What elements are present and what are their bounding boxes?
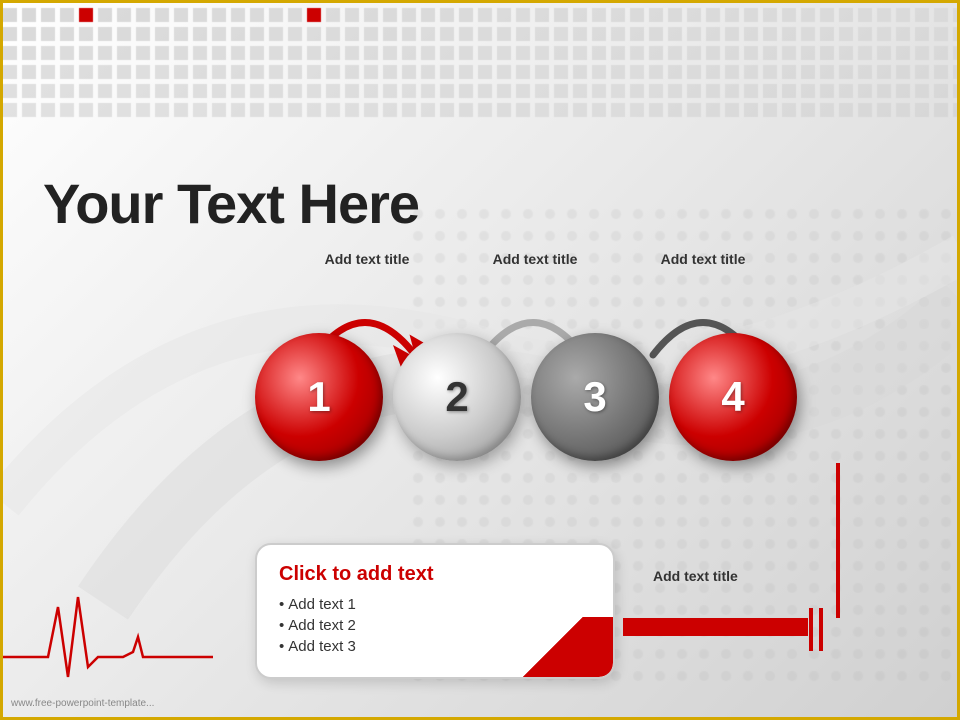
step-label-3[interactable]: Add text title — [619, 251, 787, 267]
watermark: www.free-powerpoint-template... — [11, 698, 154, 709]
balls-row: 1 2 3 4 — [255, 333, 797, 461]
text-box-items: Add text 1 Add text 2 Add text 3 — [279, 596, 591, 655]
slide: Your Text Here Add text title Add text t… — [0, 0, 960, 720]
step-labels-row: Add text title Add text title Add text t… — [283, 251, 787, 267]
ball-1[interactable]: 1 — [255, 333, 383, 461]
text-item-2[interactable]: Add text 2 — [279, 617, 591, 634]
vertical-connector — [836, 463, 840, 618]
main-title[interactable]: Your Text Here — [43, 171, 419, 236]
ball-3[interactable]: 3 — [531, 333, 659, 461]
pixel-decoration — [3, 3, 960, 133]
ball-2[interactable]: 2 — [393, 333, 521, 461]
ball-4[interactable]: 4 — [669, 333, 797, 461]
text-item-1[interactable]: Add text 1 — [279, 596, 591, 613]
text-box[interactable]: Click to add text Add text 1 Add text 2 … — [255, 543, 615, 679]
step-label-2[interactable]: Add text title — [451, 251, 619, 267]
text-item-3[interactable]: Add text 3 — [279, 638, 591, 655]
ecg-line — [3, 587, 303, 687]
bottom-arrow-label[interactable]: Add text title — [653, 568, 738, 584]
step-label-1[interactable]: Add text title — [283, 251, 451, 267]
text-box-title[interactable]: Click to add text — [279, 563, 591, 586]
